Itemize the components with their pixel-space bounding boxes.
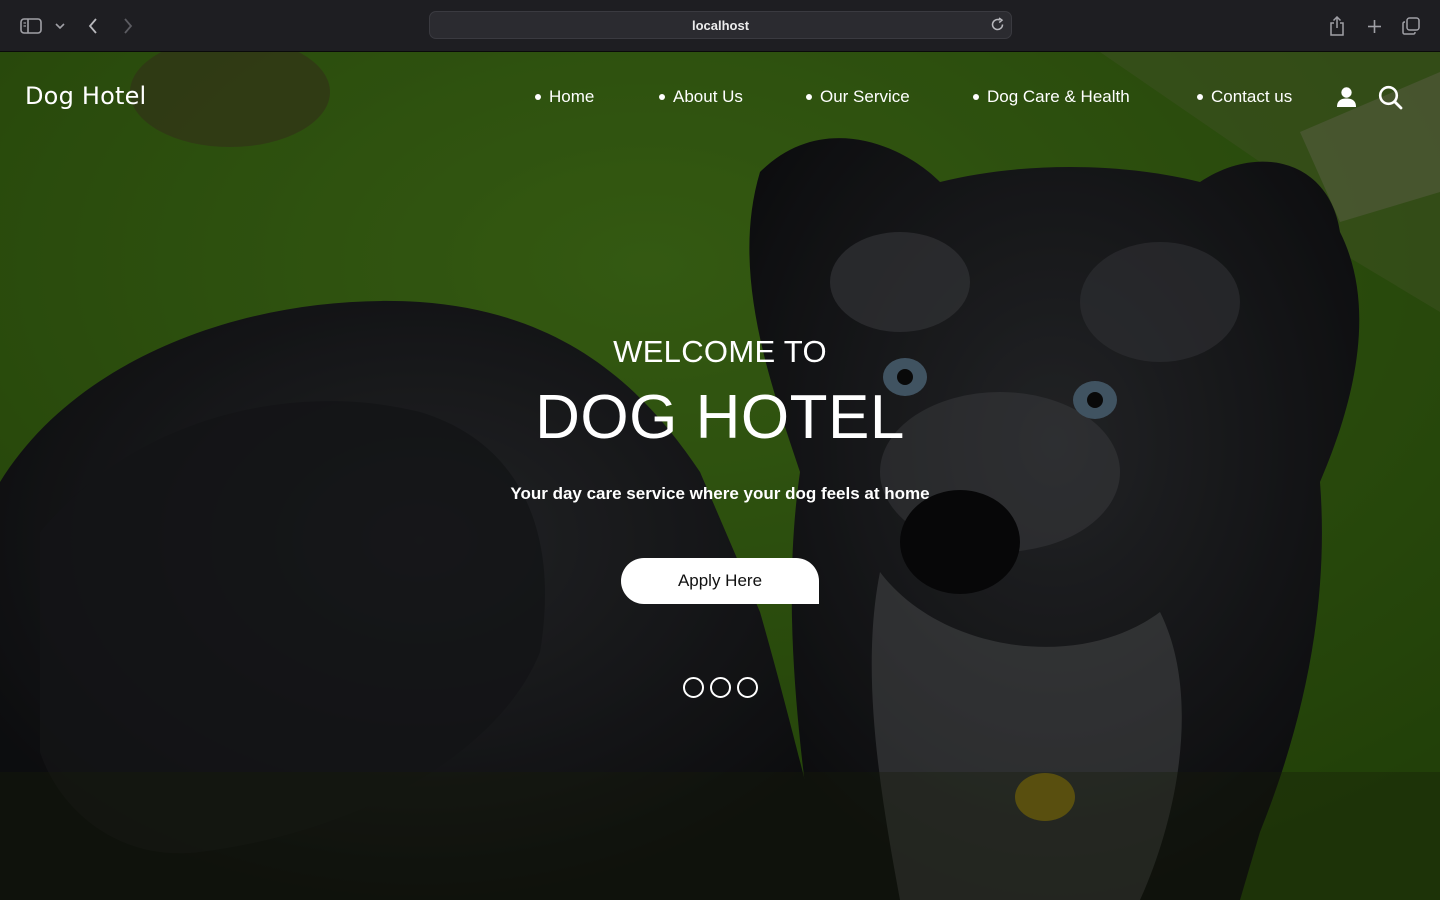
hero-section: Dog Hotel Home About Us Our Service Dog … [0, 52, 1440, 900]
search-icon[interactable] [1378, 85, 1403, 115]
hero-dark-overlay [0, 52, 1440, 900]
carousel-dot-1[interactable] [683, 677, 704, 698]
address-bar[interactable]: localhost [429, 11, 1012, 39]
chevron-down-icon[interactable] [53, 12, 67, 40]
sidebar-icon[interactable] [18, 12, 44, 40]
bullet-icon [535, 94, 541, 100]
nav-item-contact-us[interactable]: Contact us [1197, 87, 1292, 107]
carousel-dot-2[interactable] [710, 677, 731, 698]
tabs-icon[interactable] [1400, 12, 1422, 40]
user-icon[interactable] [1336, 86, 1357, 113]
nav-item-label: About Us [673, 87, 743, 106]
browser-toolbar: localhost [0, 0, 1440, 52]
bullet-icon [659, 94, 665, 100]
nav-item-about-us[interactable]: About Us [659, 87, 743, 107]
carousel-dot-3[interactable] [737, 677, 758, 698]
site-brand-logo[interactable]: Dog Hotel [25, 82, 146, 110]
nav-item-home[interactable]: Home [535, 87, 594, 107]
nav-item-dog-care-health[interactable]: Dog Care & Health [973, 87, 1130, 107]
back-icon[interactable] [83, 12, 103, 40]
bullet-icon [1197, 94, 1203, 100]
plus-icon[interactable] [1363, 12, 1385, 40]
url-text: localhost [691, 17, 750, 33]
nav-item-label: Contact us [1211, 87, 1293, 106]
nav-item-label: Our Service [820, 87, 910, 106]
reload-icon[interactable] [990, 17, 1005, 32]
bullet-icon [806, 94, 812, 100]
share-icon[interactable] [1326, 12, 1348, 40]
hero-title: DOG HOTEL [535, 383, 905, 452]
hero-subtitle: Your day care service where your dog fee… [510, 484, 930, 503]
carousel-indicators [683, 677, 758, 698]
forward-icon[interactable] [118, 12, 138, 40]
apply-button[interactable]: Apply Here [621, 558, 819, 604]
bullet-icon [973, 94, 979, 100]
nav-item-label: Home [549, 87, 595, 106]
nav-item-our-service[interactable]: Our Service [806, 87, 910, 107]
hero-welcome-text: WELCOME TO [613, 334, 827, 369]
nav-item-label: Dog Care & Health [987, 87, 1130, 106]
